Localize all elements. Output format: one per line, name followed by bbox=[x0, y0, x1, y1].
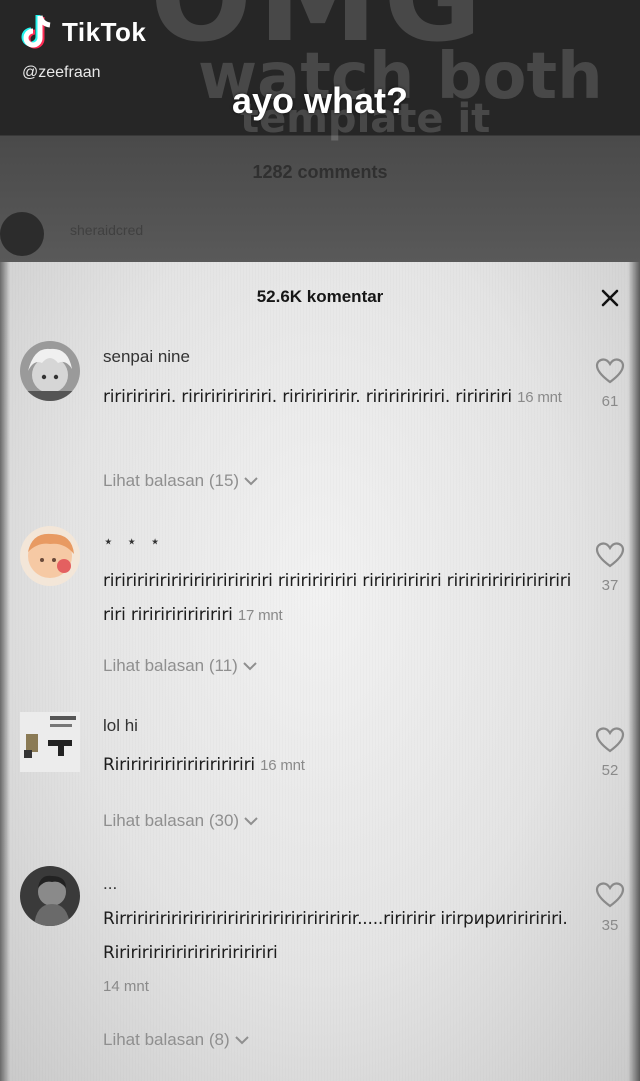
view-replies-label: Lihat balasan (15) bbox=[103, 471, 240, 490]
like-button[interactable]: 35 bbox=[592, 882, 628, 934]
chevron-down-icon bbox=[244, 477, 258, 486]
heart-icon bbox=[595, 727, 625, 753]
comment-username[interactable]: ... bbox=[103, 874, 117, 894]
like-count: 35 bbox=[601, 917, 619, 934]
tiktok-note-icon bbox=[20, 12, 56, 52]
comment-body: Ririririririririririririri bbox=[103, 755, 255, 775]
faded-username: sheraidcred bbox=[70, 222, 144, 238]
video-caption: ayo what? bbox=[231, 80, 409, 121]
comment-text: ririririririririririririririri ririririr… bbox=[103, 564, 573, 633]
view-replies-button[interactable]: Lihat balasan (11) bbox=[103, 656, 258, 676]
like-count: 37 bbox=[601, 577, 619, 594]
close-icon bbox=[601, 289, 619, 307]
view-replies-button[interactable]: Lihat balasan (30) bbox=[103, 811, 259, 831]
tiktok-wordmark: TikTok bbox=[62, 16, 147, 47]
chevron-down-icon bbox=[243, 662, 257, 671]
chevron-down-icon bbox=[244, 817, 258, 826]
view-replies-button[interactable]: Lihat balasan (15) bbox=[103, 471, 259, 491]
heart-icon bbox=[595, 358, 625, 384]
faded-avatar bbox=[0, 212, 44, 256]
like-count: 52 bbox=[601, 762, 619, 779]
view-replies-label: Lihat balasan (8) bbox=[103, 1030, 230, 1049]
comment-time: 16 mnt bbox=[517, 389, 562, 406]
comment-text: Rirririririririririririririririririririr… bbox=[103, 902, 583, 970]
like-button[interactable]: 52 bbox=[592, 727, 628, 779]
view-replies-button[interactable]: Lihat balasan (8) bbox=[103, 1030, 250, 1050]
avatar[interactable] bbox=[20, 712, 80, 772]
comment-text: riririririri. riririririririri. riririri… bbox=[103, 380, 573, 415]
close-button[interactable] bbox=[597, 285, 623, 311]
comment-body: ririririririririririririririri ririririr… bbox=[103, 571, 572, 625]
like-button[interactable]: 37 bbox=[592, 542, 628, 594]
comment-time: 16 mnt bbox=[260, 757, 305, 774]
comment-body: riririririri. riririririririri. riririri… bbox=[103, 387, 512, 407]
comment-body: Rirririririririririririririririririririr… bbox=[103, 909, 568, 963]
old-comment-count: 1282 comments bbox=[252, 162, 388, 182]
tiktok-logo: TikTok bbox=[20, 12, 146, 52]
sheet-edge-left bbox=[0, 262, 10, 1081]
comment-username[interactable]: lol hi bbox=[103, 716, 138, 736]
heart-icon bbox=[595, 882, 625, 908]
comment-time: 17 mnt bbox=[237, 607, 283, 624]
comment-count-title: 52.6K komentar bbox=[256, 287, 384, 306]
comment-time: 14 mnt bbox=[103, 978, 149, 995]
avatar[interactable] bbox=[20, 866, 80, 926]
like-button[interactable]: 61 bbox=[592, 358, 628, 410]
comment-username[interactable]: senpai nine bbox=[103, 347, 190, 367]
heart-icon bbox=[595, 542, 625, 568]
view-replies-label: Lihat balasan (30) bbox=[103, 811, 240, 830]
avatar[interactable] bbox=[20, 526, 80, 586]
chevron-down-icon bbox=[234, 1036, 249, 1045]
avatar[interactable] bbox=[20, 341, 80, 401]
comment-username[interactable]: ⋆ ⋆ ⋆ bbox=[103, 532, 164, 552]
comment-text: Ririririririririririririri 16 mnt bbox=[103, 748, 573, 783]
view-replies-label: Lihat balasan (11) bbox=[103, 656, 238, 675]
sheet-edge-right bbox=[628, 262, 640, 1081]
like-count: 61 bbox=[601, 393, 619, 410]
